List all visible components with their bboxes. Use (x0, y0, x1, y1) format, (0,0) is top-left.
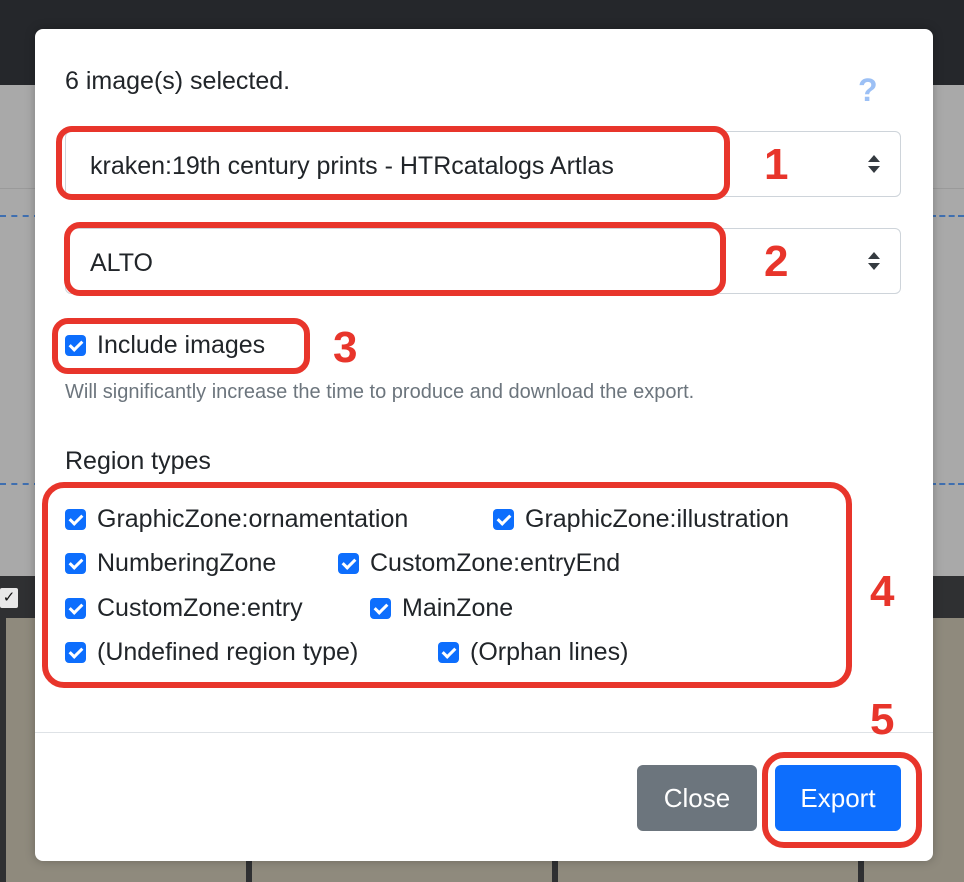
annotation-highlight (56, 126, 730, 200)
annotation-number: 1 (764, 140, 789, 189)
annotation-number: 4 (870, 567, 895, 616)
close-button[interactable]: Close (637, 765, 757, 831)
annotation-number: 2 (764, 237, 789, 286)
annotation-highlight (64, 222, 726, 296)
modal-footer-divider (35, 732, 933, 733)
dashed-guide (0, 215, 40, 217)
modal-title: 6 image(s) selected. (65, 67, 291, 95)
annotation-highlight (52, 318, 310, 374)
annotation-highlight (762, 752, 922, 848)
include-images-hint: Will significantly increase the time to … (65, 381, 695, 403)
region-types-heading: Region types (65, 447, 211, 475)
dashed-guide (0, 483, 40, 485)
select-caret-icon (868, 153, 880, 175)
annotation-number: 3 (333, 323, 358, 372)
dashed-guide (930, 483, 964, 485)
dashed-guide (930, 215, 964, 217)
select-caret-icon (868, 250, 880, 272)
help-icon[interactable]: ? (858, 74, 878, 106)
annotation-highlight (42, 482, 852, 688)
annotation-number: 5 (870, 695, 895, 744)
select-all-checkbox[interactable]: ✓ (0, 588, 18, 608)
